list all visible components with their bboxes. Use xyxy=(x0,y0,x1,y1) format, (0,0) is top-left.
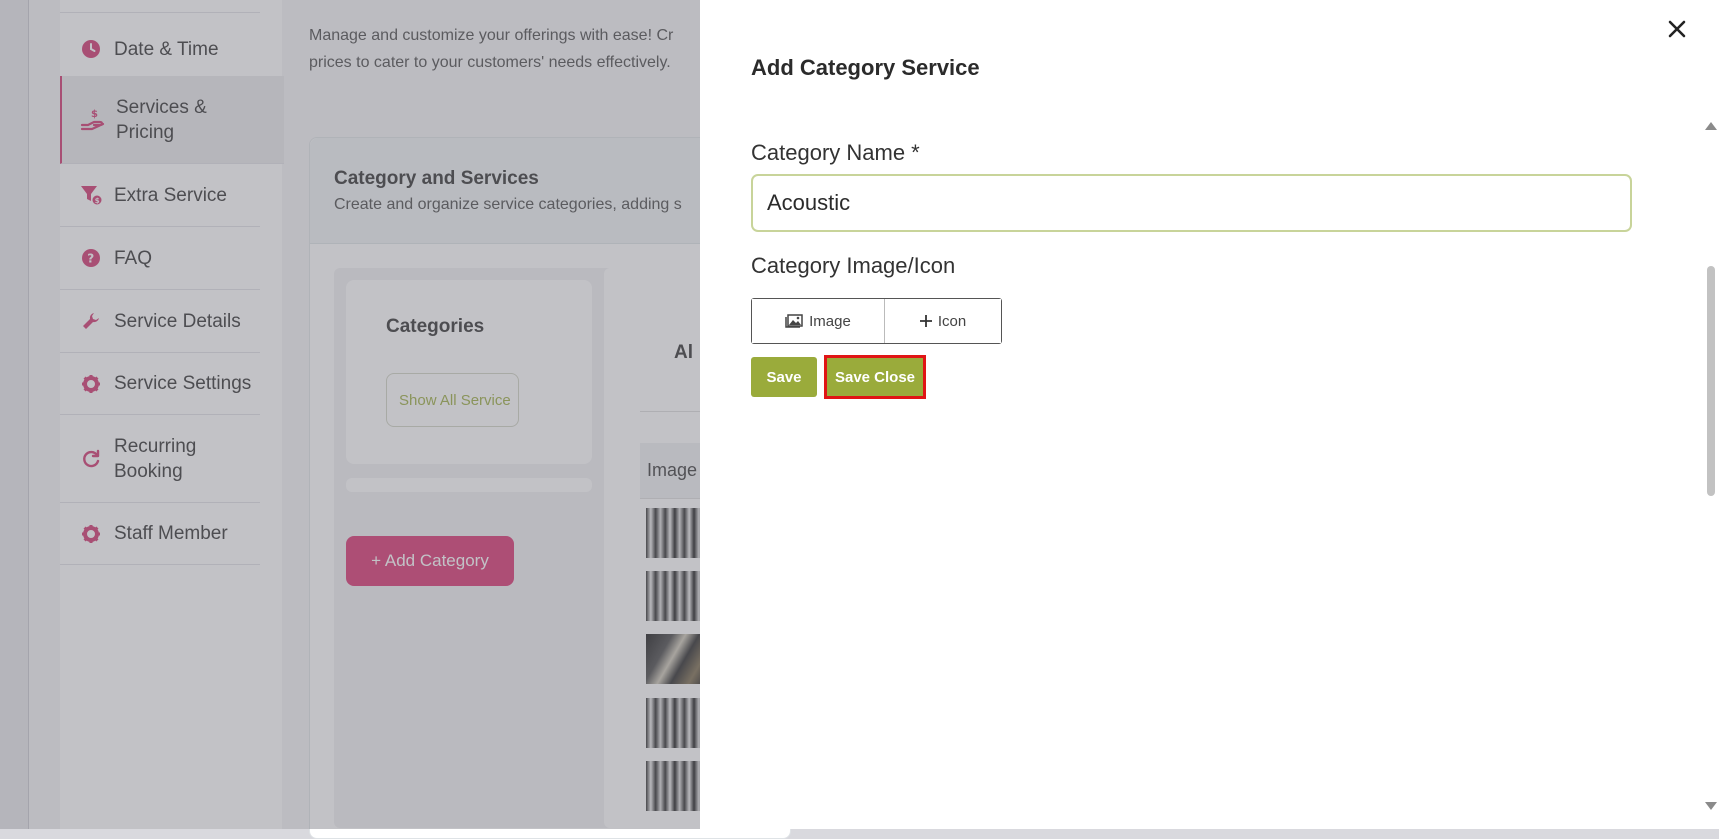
save-button[interactable]: Save xyxy=(751,357,817,397)
category-name-label: Category Name * xyxy=(751,140,920,165)
plus-icon xyxy=(919,315,932,327)
image-button-label: Image xyxy=(809,312,851,330)
image-button[interactable]: Image xyxy=(752,299,885,343)
scroll-up-arrow-icon[interactable] xyxy=(1705,122,1717,130)
drawer-title: Add Category Service xyxy=(751,55,980,80)
icon-button-label: Icon xyxy=(937,312,967,330)
category-image-icon-label: Category Image/Icon xyxy=(751,253,956,278)
image-icon xyxy=(785,314,803,328)
close-icon[interactable] xyxy=(1662,14,1692,44)
category-name-input[interactable] xyxy=(751,174,1632,232)
scrollbar-thumb[interactable] xyxy=(1707,266,1715,496)
add-category-drawer: Add Category Service Category Name * Cat… xyxy=(700,0,1719,829)
image-icon-toggle: Image Icon xyxy=(751,298,1002,344)
save-close-button[interactable]: Save Close xyxy=(824,355,926,399)
drawer-scrollbar[interactable] xyxy=(1702,118,1719,812)
icon-button[interactable]: Icon xyxy=(885,299,1001,343)
modal-backdrop[interactable] xyxy=(0,0,700,829)
scroll-down-arrow-icon[interactable] xyxy=(1705,802,1717,810)
